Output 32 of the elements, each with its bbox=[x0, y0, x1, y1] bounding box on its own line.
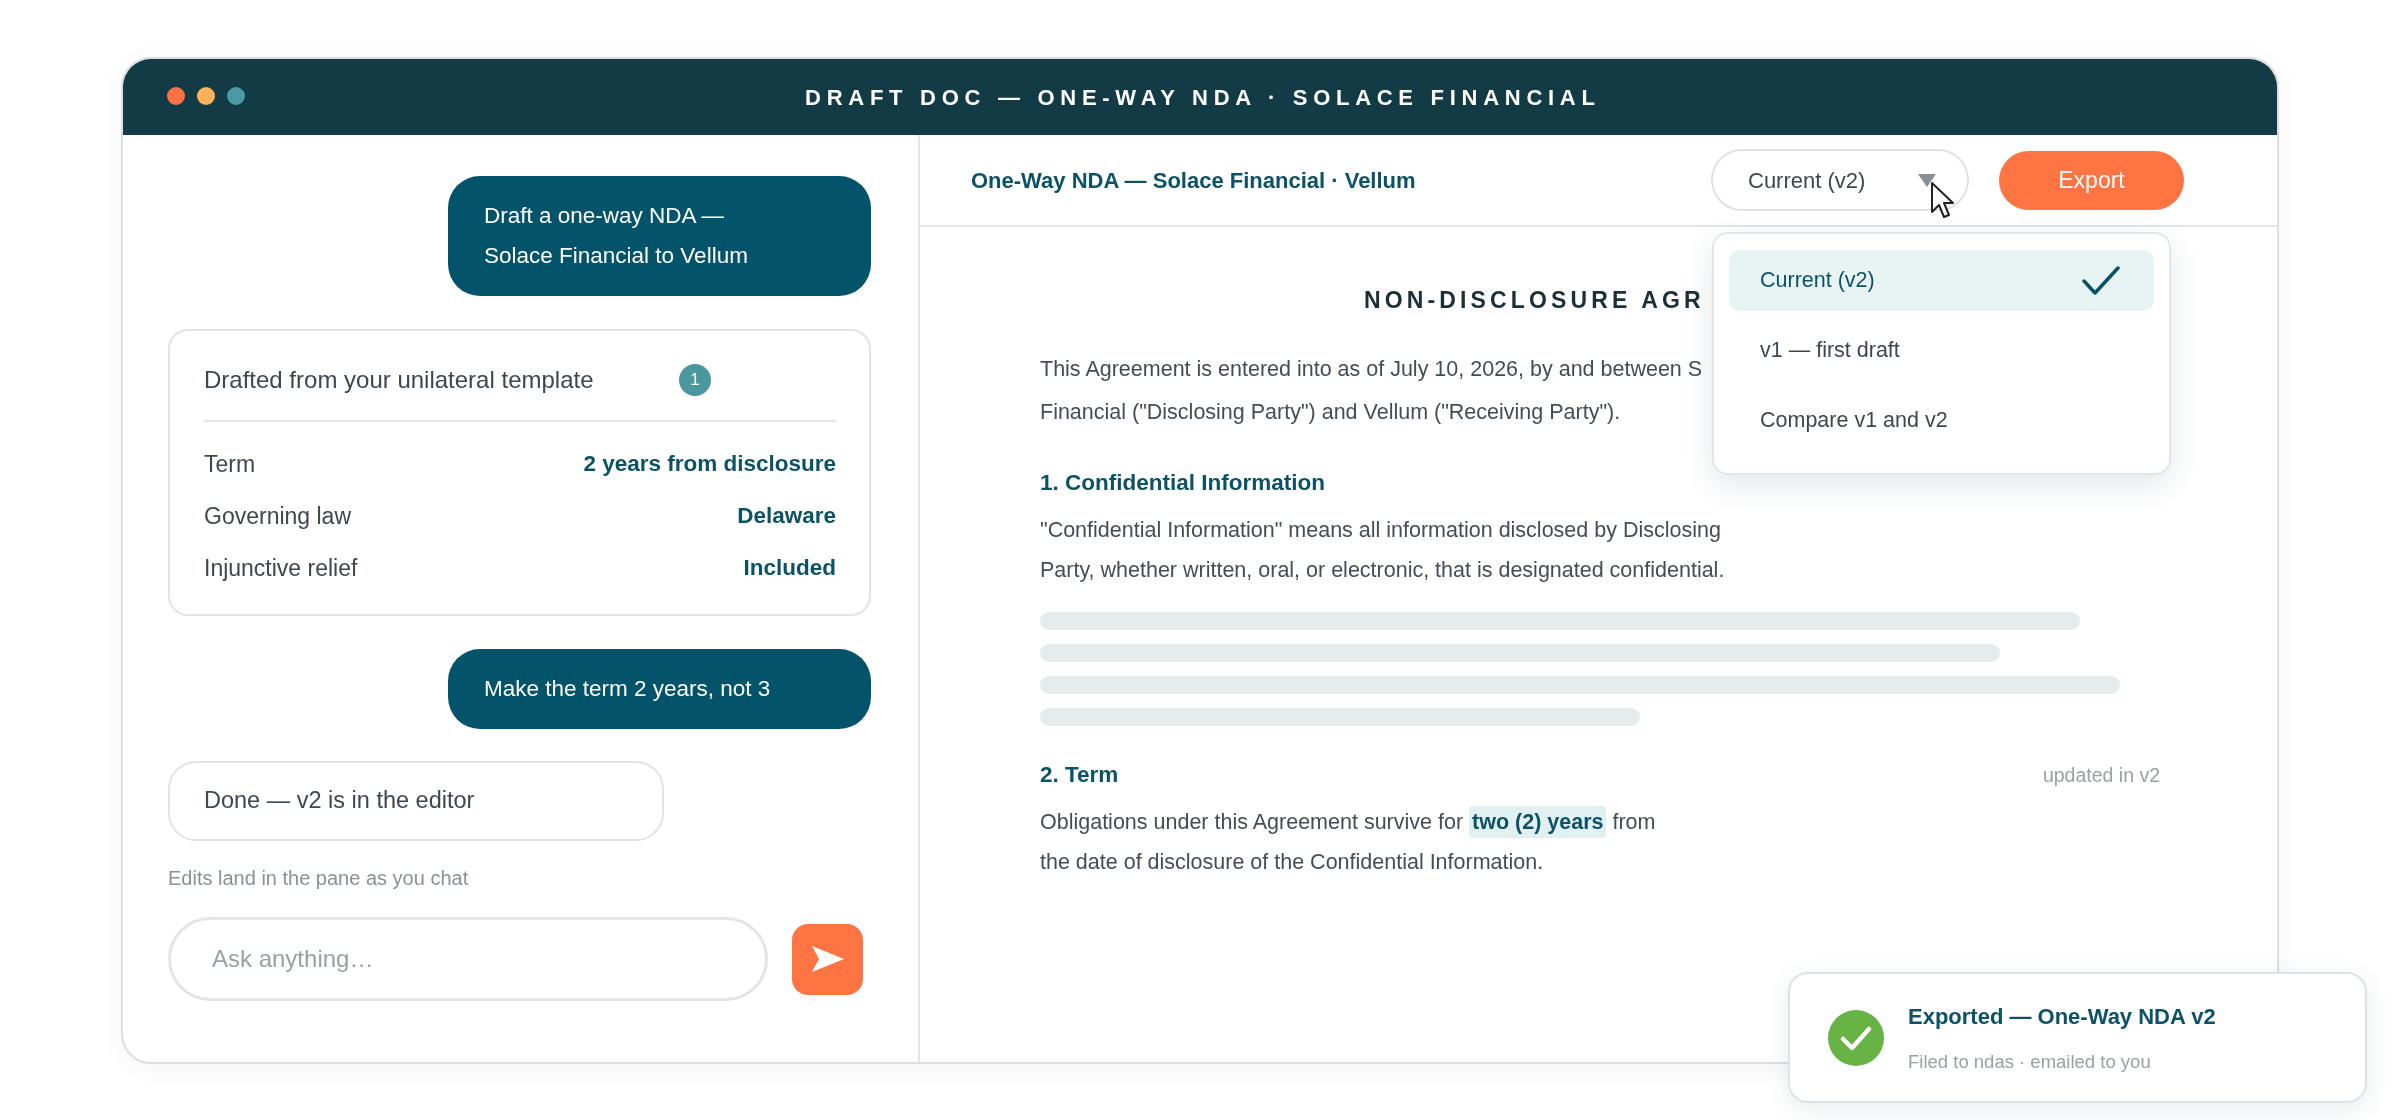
user-message: Make the term 2 years, not 3 bbox=[448, 649, 871, 729]
send-button[interactable] bbox=[792, 923, 863, 995]
checkmark-icon bbox=[2082, 265, 2120, 296]
summary-value: Delaware bbox=[737, 502, 836, 531]
section-heading: 2. Term bbox=[1040, 761, 1119, 789]
summary-label: Governing law bbox=[204, 501, 352, 531]
caret-down-icon bbox=[1918, 173, 1936, 187]
document-title: One-Way NDA — Solace Financial · Vellum bbox=[971, 166, 1416, 195]
section-paragraph: "Confidential Information" means all information disclosed by Disclosing Party, whether written, oral, or electronic, that is designated confidential. bbox=[1040, 517, 1725, 584]
success-check-icon bbox=[1828, 1009, 1884, 1066]
send-icon bbox=[811, 946, 844, 972]
toast-detail: Filed to ndas · emailed to you bbox=[1908, 1049, 2151, 1074]
intro-paragraph: This Agreement is entered into as of July 10, 2026, by and between S Financial ("Disclosing Party") and Vellum ("Receiving Party"). bbox=[1040, 356, 1703, 426]
summary-title: Drafted from your unilateral template bbox=[204, 365, 594, 395]
section-heading: 1. Confidential Information bbox=[1040, 469, 1325, 497]
summary-value: 2 years from disclosure bbox=[583, 450, 836, 479]
update-note: updated in v2 bbox=[2042, 763, 2160, 788]
helper-caption: Edits land in the pane as you chat bbox=[168, 866, 469, 890]
assistant-message: Done — v2 is in the editor bbox=[168, 761, 664, 841]
version-menu-item[interactable]: Current (v2) bbox=[1729, 250, 2154, 311]
summary-label: Term bbox=[204, 449, 256, 479]
summary-label: Injunctive relief bbox=[204, 553, 358, 583]
version-select[interactable]: Current (v2) bbox=[1711, 149, 1969, 211]
window-title: DRAFT DOC — ONE-WAY NDA · SOLACE FINANCIAL bbox=[804, 83, 1601, 112]
count-badge: 1 bbox=[679, 364, 711, 396]
toast-title: Exported — One-Way NDA v2 bbox=[1908, 1002, 2216, 1031]
document-heading: NON-DISCLOSURE AGR bbox=[1364, 286, 1705, 315]
user-message: Draft a one-way NDA — Solace Financial to Vellum bbox=[448, 176, 871, 296]
summary-value: Included bbox=[743, 554, 836, 583]
mouse-pointer-icon bbox=[1930, 181, 1956, 219]
section-paragraph: Obligations under this Agreement survive for two (2) years from the date of disclosure of the Confidential Information. bbox=[1040, 802, 1656, 883]
message-input[interactable]: Ask anything… bbox=[168, 917, 768, 1001]
